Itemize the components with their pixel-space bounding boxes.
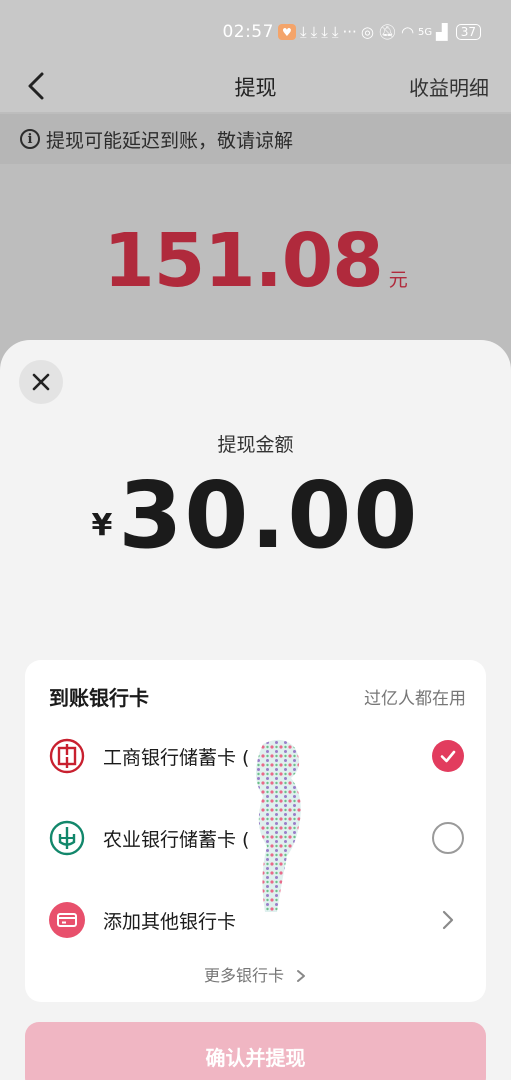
status-indicators: 02:57 ♥ ⤓ ⤓ ⤓ ⤓ ··· ◎ 🔕︎ ◠ 5G ▟ 37	[222, 22, 481, 42]
currency-symbol: ¥	[91, 508, 113, 543]
withdraw-amount-label: 提现金额	[217, 434, 294, 456]
bank-card-note: 过亿人都在用	[364, 689, 466, 709]
withdraw-sheet: 提现金额 ¥30.00 到账银行卡 过亿人都在用 工商银行储蓄卡 (农业银行储…	[0, 340, 511, 1080]
close-button[interactable]	[19, 360, 63, 404]
bank-option-icbc[interactable]: 工商银行储蓄卡 (	[49, 736, 464, 776]
card-add-icon	[49, 902, 85, 938]
bank-option-abc[interactable]: 农业银行储蓄卡 (	[49, 818, 464, 858]
status-time: 02:57	[222, 22, 274, 42]
selected-check-icon[interactable]	[432, 740, 464, 772]
balance-unit: 元	[388, 269, 408, 291]
chevron-right-icon	[432, 904, 464, 936]
wifi-icon: ◠	[400, 23, 415, 41]
abc-logo-icon	[49, 820, 85, 856]
bank-name: 工商银行储蓄卡 (	[103, 746, 250, 769]
chevron-right-icon	[297, 970, 306, 982]
app-notification-icon: ♥	[277, 24, 296, 40]
network-type: 5G	[418, 26, 433, 38]
header: 提现 收益明细	[0, 60, 511, 112]
notice-text: 提现可能延迟到账，敬请谅解	[46, 129, 294, 152]
withdraw-amount: ¥30.00	[0, 462, 511, 569]
bank-name: 农业银行储蓄卡 (	[103, 828, 250, 851]
more-notifications-icon: ···	[342, 23, 357, 41]
delay-notice: i 提现可能延迟到账，敬请谅解	[0, 114, 511, 164]
battery-icon: 37	[455, 24, 481, 40]
close-icon	[32, 373, 50, 391]
signal-icon: ▟	[436, 23, 448, 41]
confirm-withdraw-button[interactable]: 确认并提现	[25, 1022, 486, 1080]
unselected-radio-icon[interactable]	[432, 822, 464, 854]
balance-display: 151.08 元	[0, 218, 511, 304]
more-banks-link[interactable]: 更多银行卡	[25, 962, 486, 986]
download-icon: ⤓	[321, 23, 328, 41]
icbc-logo-icon	[49, 738, 85, 774]
download-icon: ⤓	[331, 23, 339, 41]
mute-icon: 🔕︎	[377, 23, 397, 41]
withdraw-amount-value: 30.00	[118, 462, 420, 569]
bank-name: 添加其他银行卡	[103, 910, 237, 933]
add-bank-card-row[interactable]: 添加其他银行卡	[49, 900, 464, 940]
bank-card-title: 到账银行卡	[49, 686, 149, 710]
more-banks-label: 更多银行卡	[203, 966, 284, 985]
bank-card-panel: 到账银行卡 过亿人都在用 工商银行储蓄卡 (农业银行储蓄卡 (添加其他银行卡…	[25, 660, 486, 1002]
status-bar: 02:57 ♥ ⤓ ⤓ ⤓ ⤓ ··· ◎ 🔕︎ ◠ 5G ▟ 37	[0, 0, 511, 64]
download-icon: ⤓	[310, 23, 318, 41]
nfc-icon: ◎	[360, 23, 374, 41]
earnings-detail-link[interactable]: 收益明细	[409, 72, 489, 101]
balance-amount: 151.08	[103, 218, 384, 304]
download-icon: ⤓	[299, 23, 307, 41]
info-icon: i	[20, 129, 40, 149]
